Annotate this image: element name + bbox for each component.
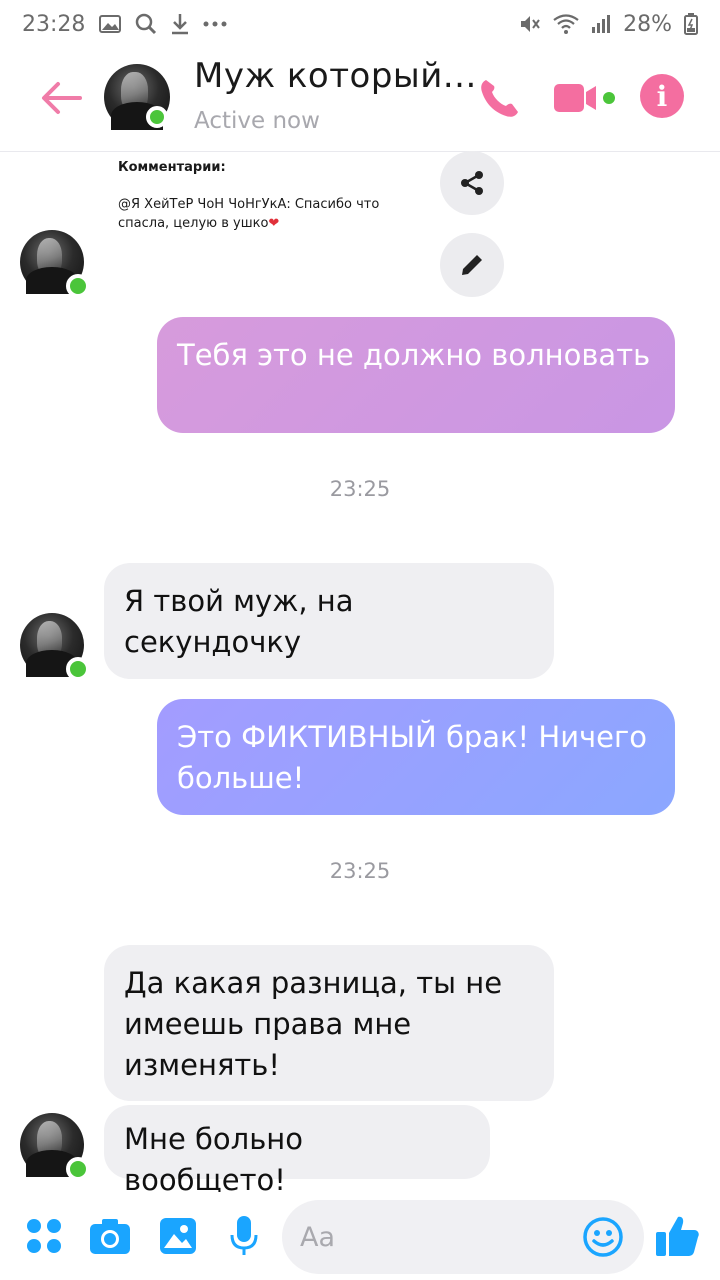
- video-call-button[interactable]: [552, 78, 618, 118]
- message-input[interactable]: [300, 1214, 580, 1260]
- like-button[interactable]: [654, 1212, 702, 1260]
- sender-avatar[interactable]: [20, 613, 90, 681]
- info-icon: i: [656, 79, 668, 113]
- battery-percent: 28%: [623, 11, 672, 37]
- shared-post-comment: @Я ХейТеР ЧоН ЧоНгУкА: Спасибо что спасл…: [118, 196, 380, 231]
- info-button[interactable]: i: [640, 74, 684, 118]
- message-bubble-outgoing[interactable]: Это ФИКТИВНЫЙ брак! Ничего больше!: [157, 699, 675, 815]
- online-indicator: [146, 106, 168, 128]
- message-input-container[interactable]: [282, 1200, 644, 1274]
- message-bubble-incoming[interactable]: Мне больно вообщето!: [104, 1105, 490, 1197]
- share-button[interactable]: [440, 151, 504, 215]
- sender-avatar[interactable]: [20, 230, 90, 298]
- search-icon: [135, 13, 157, 35]
- contact-status: Active now: [194, 108, 320, 134]
- camera-button[interactable]: [88, 1214, 132, 1258]
- four-dots-icon: [27, 1219, 61, 1253]
- gallery-icon: [99, 15, 122, 33]
- status-bar: 23:28 28%: [0, 0, 720, 48]
- voice-call-button[interactable]: [476, 74, 524, 122]
- message-bubble-incoming[interactable]: Да какая разница, ты не имеешь права мне…: [104, 945, 554, 1101]
- heart-emoji: ❤: [268, 215, 280, 231]
- voice-message-button[interactable]: [222, 1214, 266, 1258]
- video-camera-icon: [554, 84, 615, 112]
- wifi-icon: [553, 14, 579, 34]
- shared-post-preview[interactable]: Комментарии: @Я ХейТеР ЧоН ЧоНгУкА: Спас…: [118, 159, 418, 234]
- message-list[interactable]: Комментарии: @Я ХейТеР ЧоН ЧоНгУкА: Спас…: [0, 151, 720, 1197]
- edit-button[interactable]: [440, 233, 504, 297]
- gallery-button[interactable]: [156, 1214, 200, 1258]
- conversation-header: Муж который... Active now i: [0, 48, 720, 152]
- message-composer: [0, 1192, 720, 1280]
- sender-avatar[interactable]: [20, 1113, 90, 1181]
- message-timestamp: 23:25: [329, 477, 391, 501]
- smiley-icon: [583, 1217, 623, 1257]
- status-time: 23:28: [22, 11, 86, 37]
- battery-icon: [684, 13, 698, 35]
- online-indicator: [66, 1157, 90, 1181]
- message-bubble-outgoing[interactable]: Тебя это не должно волновать: [157, 317, 675, 433]
- camera-icon: [90, 1219, 130, 1254]
- back-arrow-icon: [42, 82, 82, 114]
- more-dots-icon: [203, 21, 227, 27]
- contact-name[interactable]: Муж который...: [194, 56, 477, 96]
- phone-icon: [481, 80, 518, 117]
- mute-icon: [519, 14, 541, 34]
- signal-icon: [591, 14, 611, 34]
- online-indicator: [66, 274, 90, 298]
- share-icon: [461, 171, 483, 195]
- message-timestamp: 23:25: [329, 859, 391, 883]
- image-icon: [160, 1218, 196, 1254]
- message-bubble-incoming[interactable]: Я твой муж, на секундочку: [104, 563, 554, 679]
- back-button[interactable]: [36, 76, 86, 120]
- pencil-icon: [462, 255, 482, 275]
- apps-button[interactable]: [22, 1214, 66, 1258]
- shared-post-title: Комментарии:: [118, 160, 226, 175]
- thumbs-up-icon: [656, 1216, 699, 1256]
- online-indicator: [66, 657, 90, 681]
- microphone-icon: [230, 1216, 258, 1255]
- download-icon: [171, 13, 189, 35]
- emoji-button[interactable]: [582, 1216, 624, 1258]
